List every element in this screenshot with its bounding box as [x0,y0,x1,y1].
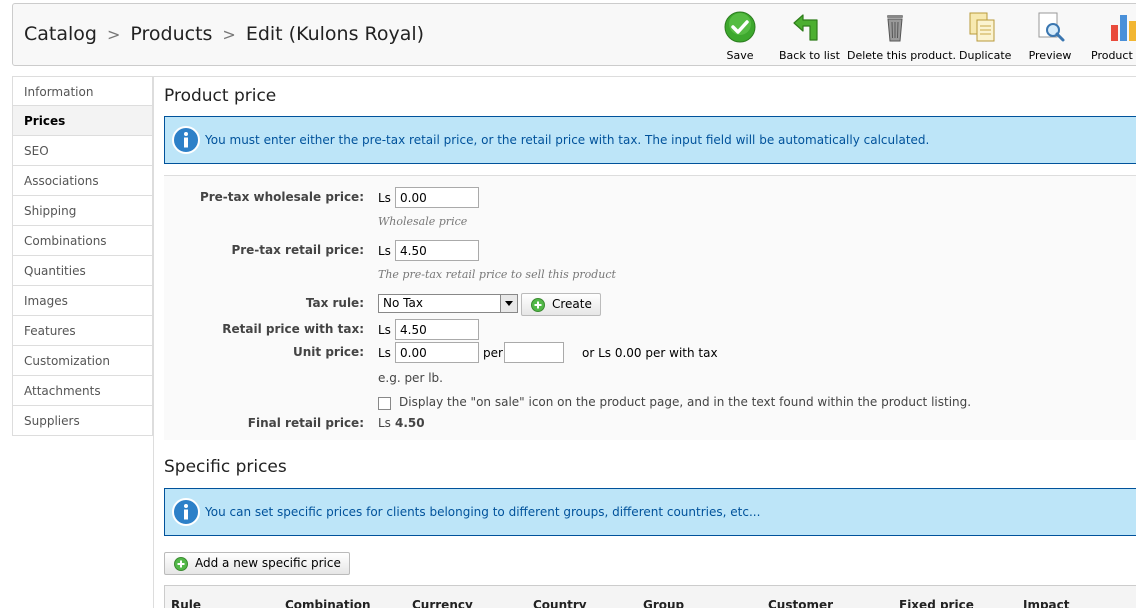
specific-prices-table-header: Rule Combination Currency Country Group … [164,585,1136,608]
column-header-customer: Customer [768,598,834,608]
tab-associations[interactable]: Associations [12,166,153,196]
save-button[interactable]: Save [717,11,763,63]
trash-icon [887,15,903,42]
column-header-group: Group [643,598,685,608]
tab-images[interactable]: Images [12,286,153,316]
breadcrumb-catalog[interactable]: Catalog [24,23,97,45]
save-label: Save [726,49,754,62]
retail-currency: Ls [378,244,391,258]
retail-price-label: Pre-tax retail price: [231,243,364,257]
column-header-combination: Combination [285,598,371,608]
retail-with-tax-input[interactable] [395,319,479,340]
specific-prices-info-box: You can set specific prices for clients … [164,488,1136,536]
column-header-fixed-price: Fixed price [899,598,974,608]
tab-combinations[interactable]: Combinations [12,226,153,256]
back-label: Back to list [779,49,840,62]
back-arrow-icon [793,14,818,41]
tax-rule-value: No Tax [383,296,423,310]
unit-currency: Ls [378,346,391,360]
add-specific-price-button[interactable]: Add a new specific price [164,552,350,575]
breadcrumb-separator: > [106,25,121,44]
price-info-box: You must enter either the pre-tax retail… [164,116,1136,164]
wholesale-currency: Ls [378,191,391,205]
back-to-list-button[interactable]: Back to list [779,11,840,63]
wholesale-price-hint: Wholesale price [378,215,468,228]
preview-icon [1038,12,1065,42]
tab-customization[interactable]: Customization [12,346,153,376]
retail-with-tax-label: Retail price with tax: [222,322,364,336]
on-sale-checkbox[interactable] [378,397,391,410]
product-stats-button[interactable]: Product s [1091,11,1136,63]
specific-prices-info-message: You can set specific prices for clients … [205,505,761,519]
preview-label: Preview [1028,49,1072,62]
duplicate-label: Duplicate [959,49,1012,62]
create-label: Create [552,297,592,311]
breadcrumb: Catalog > Products > Edit (Kulons Royal) [24,23,424,45]
wholesale-price-input[interactable] [395,187,479,208]
final-price-currency: Ls [378,416,391,430]
tax-rule-label: Tax rule: [305,296,364,310]
info-icon [172,498,200,526]
page-header: Catalog > Products > Edit (Kulons Royal) Sav… [12,3,1136,66]
breadcrumb-products[interactable]: Products [130,23,212,45]
duplicate-button[interactable]: Duplicate [959,11,1012,63]
preview-button[interactable]: Preview [1027,11,1073,63]
column-header-country: Country [533,598,587,608]
delete-product-button[interactable]: Delete this product. [847,11,957,63]
main-panel: Product price You must enter either the … [153,76,1136,608]
tab-information[interactable]: Information [12,76,153,106]
bar-chart-icon [1111,15,1136,41]
dropdown-arrow-icon [500,295,517,312]
column-header-rule: Rule [171,598,202,608]
tab-attachments[interactable]: Attachments [12,376,153,406]
tab-prices[interactable]: Prices [12,106,153,136]
plus-icon [174,557,188,571]
specific-prices-title: Specific prices [164,457,287,477]
column-header-currency: Currency [412,598,473,608]
product-price-title: Product price [164,86,277,106]
final-price-label: Final retail price: [247,416,364,430]
retail-price-hint: The pre-tax retail price to sell this pr… [378,268,616,281]
stats-label: Product s [1091,49,1136,62]
per-label: per [483,346,503,360]
on-sale-label: Display the "on sale" icon on the produc… [399,395,972,409]
tab-shipping[interactable]: Shipping [12,196,153,226]
create-tax-rule-button[interactable]: Create [521,293,601,316]
unit-price-with-tax-text: or Ls 0.00 per with tax [582,346,718,360]
tax-rule-select[interactable]: No Tax [378,294,518,313]
column-header-impact: Impact [1023,598,1070,608]
tab-seo[interactable]: SEO [12,136,153,166]
tab-suppliers[interactable]: Suppliers [12,406,153,436]
wholesale-price-label: Pre-tax wholesale price: [199,190,364,204]
unit-price-hint: e.g. per lb. [378,371,443,385]
final-price-value: 4.50 [395,416,425,430]
unit-price-label: Unit price: [293,345,364,359]
delete-label: Delete this product. [847,49,957,62]
unit-per-input[interactable] [504,342,564,363]
price-form: Pre-tax wholesale price: Ls Wholesale pr… [164,175,1136,440]
duplicate-icon [969,12,995,42]
plus-icon [531,298,545,312]
breadcrumb-current: Edit (Kulons Royal) [245,23,425,45]
checkmark-icon [724,11,756,43]
product-tabs: Information Prices SEO Associations Ship… [12,76,153,436]
breadcrumb-separator: > [222,25,236,44]
with-tax-currency: Ls [378,323,391,337]
retail-price-input[interactable] [395,240,479,261]
unit-price-input[interactable] [395,342,479,363]
info-icon [172,126,200,154]
tab-features[interactable]: Features [12,316,153,346]
tab-quantities[interactable]: Quantities [12,256,153,286]
price-info-message: You must enter either the pre-tax retail… [205,133,930,147]
add-specific-price-label: Add a new specific price [195,556,341,570]
